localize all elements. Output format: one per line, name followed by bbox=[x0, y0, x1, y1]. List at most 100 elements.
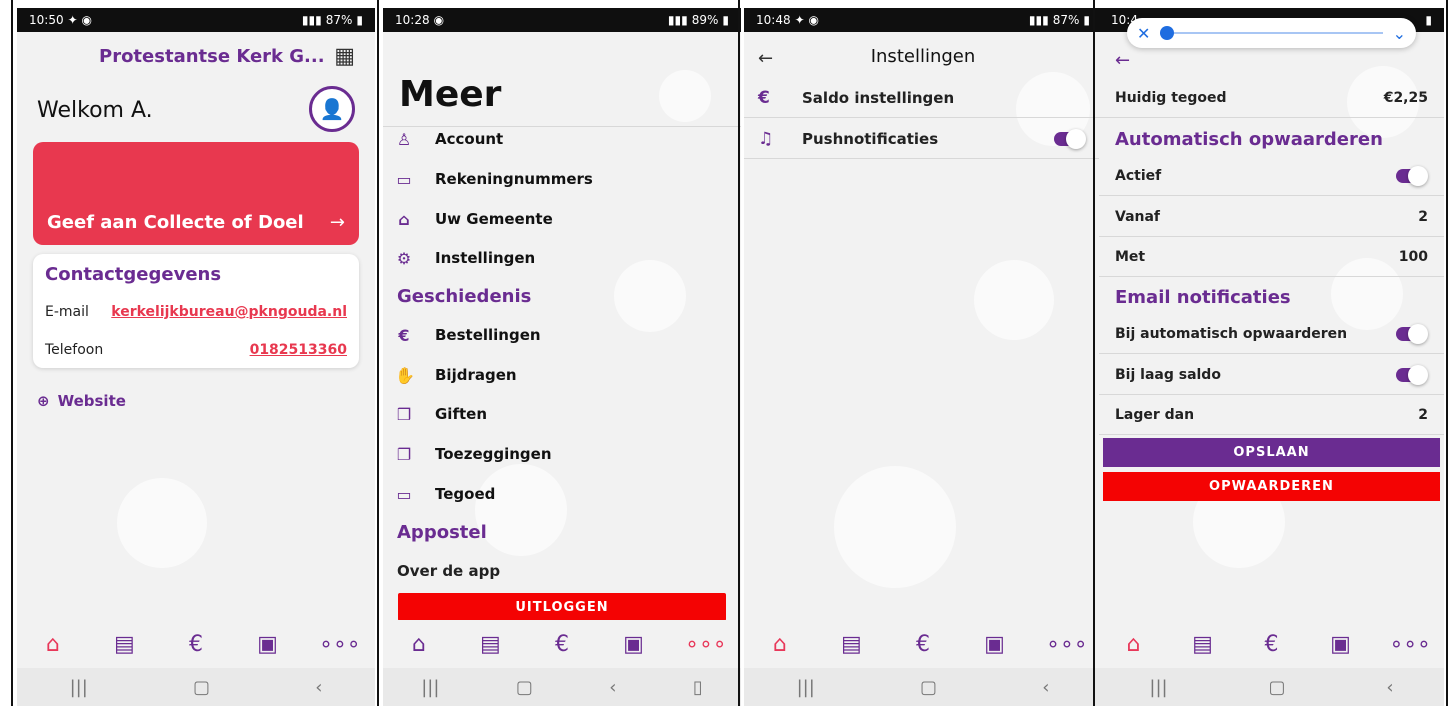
phone-link[interactable]: 0182513360 bbox=[250, 342, 347, 358]
contacts-icon[interactable]: ▣ bbox=[975, 632, 1015, 657]
system-nav: ||| ▢ ‹ bbox=[744, 668, 1102, 706]
home-icon[interactable]: ▢ bbox=[193, 677, 210, 698]
volume-slider[interactable]: ✕ ⌄ bbox=[1127, 18, 1416, 48]
add-user-icon: 👤 bbox=[319, 97, 345, 121]
euro-icon[interactable]: € bbox=[542, 632, 582, 657]
more-icon[interactable]: ∘∘∘ bbox=[319, 632, 360, 657]
auto-topup-heading: Automatisch opwaarderen bbox=[1115, 129, 1383, 150]
status-time: 10:50 bbox=[29, 13, 64, 27]
menu-label: Rekeningnummers bbox=[435, 170, 593, 188]
system-nav: ||| ▢ ‹ bbox=[17, 668, 375, 706]
recent-apps-icon[interactable]: ||| bbox=[797, 677, 815, 698]
signal-icon: ▮▮▮ bbox=[301, 13, 322, 27]
add-user-button[interactable]: 👤 bbox=[309, 86, 355, 132]
church-icon[interactable]: ⌂ bbox=[1114, 632, 1154, 657]
menu-item-credit[interactable]: ▭ Tegoed bbox=[395, 479, 729, 509]
back-arrow-icon[interactable]: ← bbox=[1115, 50, 1130, 71]
menu-item-account[interactable]: ♙ Account bbox=[395, 124, 729, 154]
document-icon[interactable]: ▤ bbox=[104, 632, 144, 657]
panel-divider bbox=[1093, 0, 1095, 706]
church-icon[interactable]: ⌂ bbox=[33, 632, 73, 657]
volume-knob[interactable] bbox=[1160, 26, 1175, 40]
row-label: Met bbox=[1115, 248, 1146, 265]
home-icon[interactable]: ▢ bbox=[920, 677, 937, 698]
recent-apps-icon[interactable]: ||| bbox=[1149, 677, 1167, 698]
euro-icon[interactable]: € bbox=[1252, 632, 1292, 657]
topup-button[interactable]: OPWAARDEREN bbox=[1103, 472, 1440, 501]
menu-item-pledges[interactable]: ❐ Toezeggingen bbox=[395, 439, 729, 469]
more-icon[interactable]: ∘∘∘ bbox=[685, 632, 726, 657]
menu-item-gifts[interactable]: ❒ Giften bbox=[395, 399, 729, 429]
about-app-link[interactable]: Over de app bbox=[397, 562, 500, 580]
row-label: Actief bbox=[1115, 167, 1162, 184]
website-link[interactable]: ⊕ Website bbox=[37, 392, 126, 410]
give-label: Geef aan Collecte of Doel bbox=[47, 212, 304, 233]
panel-divider bbox=[1446, 0, 1448, 706]
more-icon[interactable]: ∘∘∘ bbox=[1046, 632, 1087, 657]
bottom-tab-bar: ⌂ ▤ € ▣ ∘∘∘ bbox=[1099, 620, 1444, 668]
back-icon[interactable]: ‹ bbox=[609, 677, 616, 698]
contact-card: Contactgegevens E-mail kerkelijkbureau@p… bbox=[33, 254, 359, 368]
logout-button[interactable]: UITLOGGEN bbox=[398, 593, 726, 621]
qr-code-icon[interactable]: ▦ bbox=[334, 44, 355, 69]
recent-apps-icon[interactable]: ||| bbox=[70, 677, 88, 698]
row-value: €2,25 bbox=[1383, 89, 1428, 106]
menu-label: Giften bbox=[435, 405, 488, 423]
auto-topup-notify-toggle[interactable] bbox=[1396, 323, 1428, 344]
auto-topup-notify-row: Bij automatisch opwaarderen bbox=[1099, 314, 1444, 354]
menu-label: Tegoed bbox=[435, 485, 496, 503]
history-heading: Geschiedenis bbox=[397, 286, 532, 307]
contacts-icon[interactable]: ▣ bbox=[1321, 632, 1361, 657]
active-toggle[interactable] bbox=[1396, 165, 1428, 186]
home-icon[interactable]: ▢ bbox=[516, 677, 533, 698]
status-icons: ◉ bbox=[433, 13, 445, 27]
menu-item-contributions[interactable]: ✋ Bijdragen bbox=[395, 360, 729, 390]
row-label: Bij laag saldo bbox=[1115, 366, 1221, 383]
back-icon[interactable]: ‹ bbox=[1386, 677, 1393, 698]
gear-icon: ⚙ bbox=[396, 248, 412, 268]
active-row: Actief bbox=[1099, 156, 1444, 196]
more-icon[interactable]: ∘∘∘ bbox=[1390, 632, 1431, 657]
contacts-icon[interactable]: ▣ bbox=[248, 632, 288, 657]
document-icon[interactable]: ▤ bbox=[470, 632, 510, 657]
recent-apps-icon[interactable]: ||| bbox=[421, 677, 439, 698]
with-row[interactable]: Met 100 bbox=[1099, 237, 1444, 277]
menu-label: Instellingen bbox=[435, 249, 536, 267]
church-icon[interactable]: ⌂ bbox=[760, 632, 800, 657]
menu-item-accounts[interactable]: ▭ Rekeningnummers bbox=[395, 164, 729, 194]
lower-than-row[interactable]: Lager dan 2 bbox=[1099, 395, 1444, 435]
balance-settings-row[interactable]: € Saldo instellingen bbox=[744, 78, 1102, 118]
menu-item-congregation[interactable]: ⌂ Uw Gemeente bbox=[395, 204, 729, 234]
home-icon[interactable]: ▢ bbox=[1268, 677, 1285, 698]
save-button[interactable]: OPSLAAN bbox=[1103, 438, 1440, 467]
person-icon: ♙ bbox=[396, 129, 412, 149]
push-toggle[interactable] bbox=[1054, 128, 1086, 149]
document-icon[interactable]: ▤ bbox=[831, 632, 871, 657]
document-icon[interactable]: ▤ bbox=[1183, 632, 1223, 657]
church-icon[interactable]: ⌂ bbox=[399, 632, 439, 657]
back-icon[interactable]: ‹ bbox=[1042, 677, 1049, 698]
bank-card-icon: ▭ bbox=[396, 169, 412, 189]
battery-icon: ▮ bbox=[1083, 13, 1090, 27]
give-card[interactable]: Geef aan Collecte of Doel → bbox=[33, 142, 359, 245]
decorative-circle bbox=[475, 464, 567, 556]
welcome-text: Welkom A. bbox=[37, 98, 153, 123]
from-row[interactable]: Vanaf 2 bbox=[1099, 197, 1444, 237]
keyboard-icon[interactable]: ▯ bbox=[693, 677, 703, 698]
back-icon[interactable]: ‹ bbox=[315, 677, 322, 698]
euro-icon[interactable]: € bbox=[903, 632, 943, 657]
chevron-down-icon[interactable]: ⌄ bbox=[1393, 24, 1406, 43]
contacts-icon[interactable]: ▣ bbox=[614, 632, 654, 657]
email-label: E-mail bbox=[45, 304, 89, 320]
email-notifications-heading: Email notificaties bbox=[1115, 287, 1291, 308]
euro-icon[interactable]: € bbox=[176, 632, 216, 657]
contact-title: Contactgegevens bbox=[45, 264, 222, 285]
low-balance-toggle[interactable] bbox=[1396, 364, 1428, 385]
row-label: Huidig tegoed bbox=[1115, 89, 1227, 106]
wallet-icon: ▭ bbox=[396, 484, 412, 504]
menu-item-settings[interactable]: ⚙ Instellingen bbox=[395, 243, 729, 273]
row-label: Lager dan bbox=[1115, 406, 1195, 423]
volume-track[interactable] bbox=[1160, 26, 1383, 40]
menu-item-orders[interactable]: € Bestellingen bbox=[395, 320, 729, 350]
email-link[interactable]: kerkelijkbureau@pkngouda.nl bbox=[111, 304, 347, 320]
